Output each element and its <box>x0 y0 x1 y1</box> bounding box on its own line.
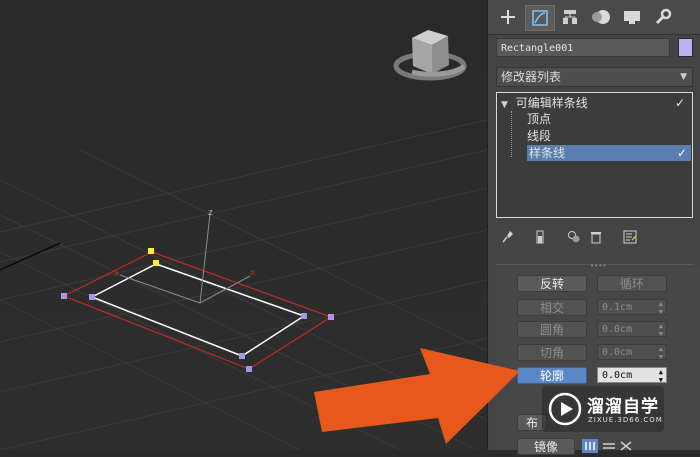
x-axis-label: x <box>250 268 256 278</box>
configure-modifier-sets-icon[interactable] <box>622 228 638 246</box>
outline-spinner[interactable]: 0.0cm ▲ ▼ <box>597 367 667 384</box>
watermark-title: 溜溜自学 <box>587 397 659 417</box>
show-end-result-icon[interactable] <box>532 228 548 246</box>
modifier-stack: ▼ 可编辑样条线 ✓ 顶点 线段 样条线 ✓ <box>496 92 693 218</box>
utilities-tab[interactable] <box>649 5 677 29</box>
chamfer-button[interactable]: 切角 <box>517 344 587 361</box>
create-tab[interactable] <box>494 5 522 29</box>
lightbulb-check-icon[interactable]: ✓ <box>677 145 687 161</box>
vertex-handle[interactable] <box>153 260 159 266</box>
vertex-handles[interactable] <box>61 248 334 372</box>
stack-root-item[interactable]: ▼ 可编辑样条线 ✓ <box>501 95 689 111</box>
cycle-button[interactable]: 循环 <box>597 275 667 292</box>
watermark: 溜溜自学 ZIXUE.3D66.COM <box>542 386 664 432</box>
remove-modifier-icon[interactable] <box>588 228 604 246</box>
y-axis-label: x <box>114 269 120 279</box>
spinner-arrows-icon[interactable]: ▲ ▼ <box>659 322 663 338</box>
outline-button[interactable]: 轮廓 <box>517 367 587 384</box>
spinner-arrows-icon[interactable]: ▲ ▼ <box>659 345 663 361</box>
vertex-handle[interactable] <box>148 248 154 254</box>
make-unique-icon[interactable] <box>566 228 582 246</box>
stack-item-segment[interactable]: 线段 <box>527 128 627 144</box>
modifier-list-dropdown[interactable]: 修改器列表 ▼ <box>496 67 693 87</box>
reverse-button[interactable]: 反转 <box>517 275 587 292</box>
lightbulb-check-icon[interactable]: ✓ <box>675 95 685 111</box>
object-name-field[interactable]: Rectangle001 <box>496 38 670 57</box>
fillet-spinner[interactable]: 0.0cm ▲ ▼ <box>597 321 667 338</box>
z-axis-line <box>199 213 211 304</box>
object-color-swatch[interactable] <box>678 38 693 57</box>
spinner-arrows-icon[interactable]: ▲ ▼ <box>659 368 663 384</box>
plus-icon <box>501 10 515 24</box>
spline-bounding-box <box>62 251 333 370</box>
vertex-handle[interactable] <box>239 353 245 359</box>
stack-toolbar <box>498 228 693 246</box>
motion-tab[interactable] <box>587 5 615 29</box>
orange-arrow-annotation <box>314 348 520 444</box>
vertex-handle[interactable] <box>89 294 95 300</box>
vertex-handle[interactable] <box>328 314 334 320</box>
modifier-list-label: 修改器列表 <box>501 70 562 84</box>
display-tab[interactable] <box>618 5 646 29</box>
pin-stack-icon[interactable] <box>500 228 516 246</box>
vertex-handle[interactable] <box>246 366 252 372</box>
stack-item-spline[interactable]: 样条线 ✓ <box>527 145 691 161</box>
stack-item-vertex[interactable]: 顶点 <box>527 111 627 127</box>
chevron-down-icon: ▼ <box>680 72 687 82</box>
y-axis-line <box>119 274 201 304</box>
vertex-handle[interactable] <box>61 293 67 299</box>
cross-insert-spinner[interactable]: 0.1cm ▲ ▼ <box>597 299 667 316</box>
spinner-arrows-icon[interactable]: ▲ ▼ <box>659 300 663 316</box>
viewcube-icon[interactable] <box>393 30 467 81</box>
z-axis-label: z <box>208 208 213 218</box>
monitor-icon <box>624 11 640 24</box>
mirror-button[interactable]: 镜像 <box>517 438 575 455</box>
modify-tab[interactable] <box>525 5 555 31</box>
stack-tree-line <box>511 111 512 157</box>
hierarchy-icon <box>563 10 577 24</box>
watermark-url: ZIXUE.3D66.COM <box>588 416 663 424</box>
expand-arrow-icon: ▼ <box>501 100 508 110</box>
motion-icon <box>592 10 610 24</box>
play-logo-icon <box>548 392 582 426</box>
vertex-handle[interactable] <box>301 313 307 319</box>
fillet-button[interactable]: 圆角 <box>517 321 587 338</box>
chamfer-spinner[interactable]: 0.0cm ▲ ▼ <box>597 344 667 361</box>
wrench-icon <box>655 8 672 25</box>
command-panel-tabs <box>488 0 700 35</box>
modify-icon <box>532 10 548 26</box>
cross-insert-button[interactable]: 相交 <box>517 299 587 316</box>
hierarchy-tab[interactable] <box>556 5 584 29</box>
